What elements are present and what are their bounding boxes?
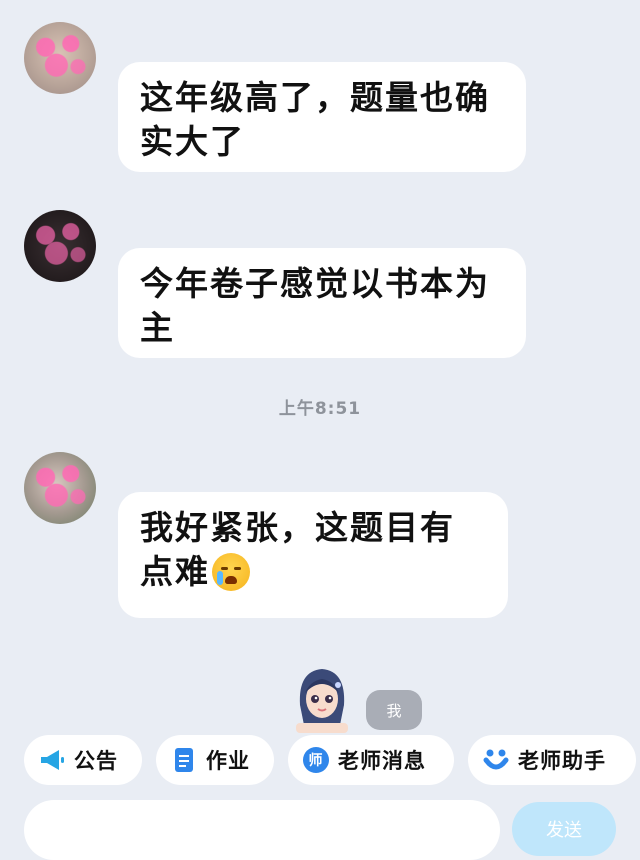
shortcut-label: 老师消息 — [338, 749, 426, 773]
shortcut-label: 作业 — [206, 749, 250, 773]
shortcut-label: 公告 — [74, 749, 118, 773]
shortcut-label: 老师助手 — [518, 749, 606, 773]
sender-avatar[interactable] — [24, 22, 96, 94]
message-input[interactable] — [24, 800, 500, 860]
message-timestamp: 上午8:51 — [278, 399, 362, 419]
document-icon — [170, 746, 198, 774]
sender-avatar[interactable] — [24, 210, 96, 282]
sender-avatar[interactable] — [24, 452, 96, 524]
message-text: 今年卷子感觉以书本为主 — [140, 264, 490, 347]
message-bubble[interactable]: 这年级高了，题量也确实大了 — [118, 62, 526, 172]
shortcut-teacher-assistant[interactable]: 老师助手 — [468, 735, 636, 785]
megaphone-icon — [38, 746, 66, 774]
assistant-icon — [482, 746, 510, 774]
teacher-badge-icon: 师 — [302, 746, 330, 774]
redaction-scribble — [24, 22, 96, 94]
me-chip[interactable]: 我 — [366, 690, 422, 730]
redaction-scribble — [24, 452, 96, 524]
message-bubble[interactable]: 我好紧张，这题目有点难 — [118, 492, 508, 618]
crying-face-emoji-icon — [212, 553, 250, 591]
message-text: 这年级高了，题量也确实大了 — [140, 78, 490, 161]
message-text: 我好紧张，这题目有点难 — [140, 508, 455, 591]
send-button[interactable]: 发送 — [512, 802, 616, 856]
teacher-badge-char: 师 — [309, 752, 324, 769]
assistant-mascot-icon[interactable] — [290, 665, 354, 733]
shortcut-teacher-messages[interactable]: 师 老师消息 — [288, 735, 454, 785]
shortcut-homework[interactable]: 作业 — [156, 735, 274, 785]
message-bubble[interactable]: 今年卷子感觉以书本为主 — [118, 248, 526, 358]
shortcut-announcement[interactable]: 公告 — [24, 735, 142, 785]
redaction-scribble — [24, 210, 96, 282]
